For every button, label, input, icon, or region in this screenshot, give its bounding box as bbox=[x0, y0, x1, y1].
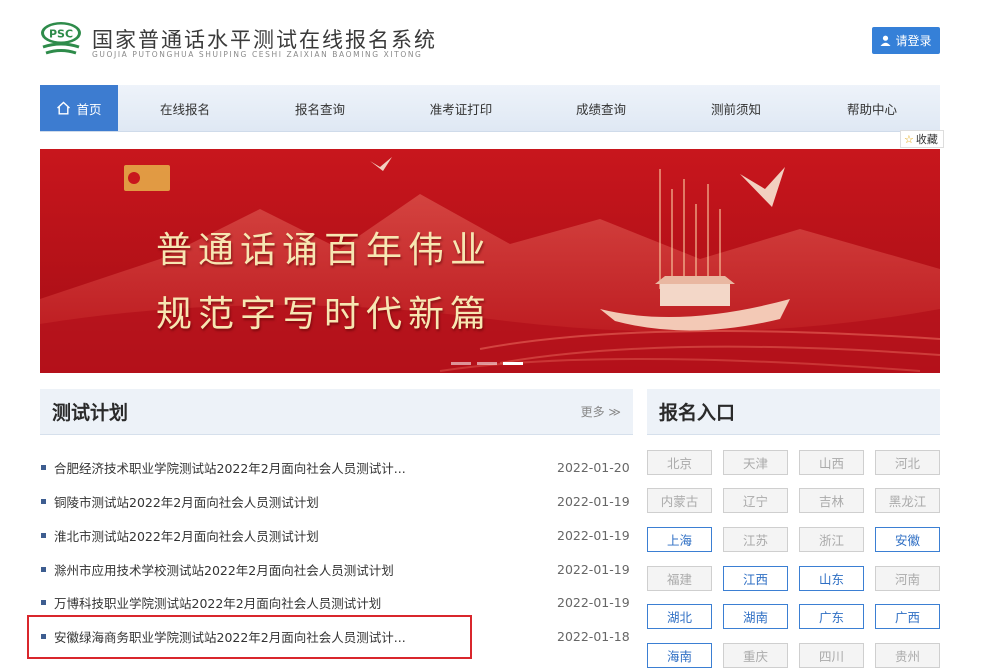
region-button[interactable]: 广西 bbox=[875, 604, 940, 629]
plan-date: 2022-01-19 bbox=[557, 493, 630, 509]
bullet-icon bbox=[41, 566, 46, 572]
region-button[interactable]: 吉林 bbox=[799, 488, 864, 513]
bullet-icon bbox=[41, 464, 46, 470]
region-button[interactable]: 贵州 bbox=[875, 643, 940, 668]
region-button[interactable]: 海南 bbox=[647, 643, 712, 668]
bullet-icon bbox=[41, 532, 46, 538]
site-subtitle: GUOJIA PUTONGHUA SHUIPING CESHI ZAIXIAN … bbox=[92, 50, 423, 59]
plan-date: 2022-01-20 bbox=[557, 459, 630, 475]
region-button[interactable]: 河北 bbox=[875, 450, 940, 475]
favorite-button[interactable]: ☆ 收藏 bbox=[900, 130, 944, 148]
region-button[interactable]: 四川 bbox=[799, 643, 864, 668]
test-plan-title: 测试计划 bbox=[52, 402, 129, 424]
plan-row[interactable]: 铜陵市测试站2022年2月面向社会人员测试计划 2022-01-19 bbox=[40, 491, 633, 511]
plan-row[interactable]: 万博科技职业学院测试站2022年2月面向社会人员测试计划 2022-01-19 bbox=[40, 592, 633, 612]
signup-entry-title: 报名入口 bbox=[659, 402, 736, 424]
signup-entry-header: 报名入口 bbox=[647, 389, 940, 435]
region-button[interactable]: 江苏 bbox=[723, 527, 788, 552]
test-plan-header: 测试计划 更多 ≫ bbox=[40, 389, 633, 435]
login-label: 请登录 bbox=[895, 34, 932, 48]
login-button[interactable]: 请登录 bbox=[872, 27, 940, 54]
nav-help-center[interactable]: 帮助中心 bbox=[804, 85, 940, 131]
region-button[interactable]: 湖南 bbox=[723, 604, 788, 629]
region-button[interactable]: 福建 bbox=[647, 566, 712, 591]
star-icon: ☆ bbox=[904, 132, 914, 146]
region-button[interactable]: 北京 bbox=[647, 450, 712, 475]
plan-title: 铜陵市测试站2022年2月面向社会人员测试计划 bbox=[54, 494, 319, 510]
bullet-icon bbox=[41, 599, 46, 605]
plan-date: 2022-01-19 bbox=[557, 527, 630, 543]
region-button[interactable]: 广东 bbox=[799, 604, 864, 629]
region-button[interactable]: 辽宁 bbox=[723, 488, 788, 513]
plan-date: 2022-01-19 bbox=[557, 561, 630, 577]
hero-banner[interactable]: 普通话诵百年伟业 规范字写时代新篇 bbox=[40, 149, 940, 373]
logo-text: PSC bbox=[49, 28, 73, 41]
region-button[interactable]: 天津 bbox=[723, 450, 788, 475]
nav-score-query[interactable]: 成绩查询 bbox=[534, 85, 668, 131]
banner-line-1: 普通话诵百年伟业 bbox=[156, 230, 493, 271]
nav-home-label: 首页 bbox=[76, 101, 102, 117]
home-icon bbox=[57, 101, 71, 115]
region-button[interactable]: 山东 bbox=[799, 566, 864, 591]
carousel-dot[interactable] bbox=[451, 362, 471, 365]
banner-line-2: 规范字写时代新篇 bbox=[156, 294, 493, 335]
nav-signup-query[interactable]: 报名查询 bbox=[252, 85, 388, 131]
region-button[interactable]: 安徽 bbox=[875, 527, 940, 552]
region-button[interactable]: 黑龙江 bbox=[875, 488, 940, 513]
carousel-dot-active[interactable] bbox=[503, 362, 523, 365]
region-button[interactable]: 浙江 bbox=[799, 527, 864, 552]
plan-title: 淮北市测试站2022年2月面向社会人员测试计划 bbox=[54, 528, 319, 544]
bullet-icon bbox=[41, 498, 46, 504]
favorite-label: 收藏 bbox=[915, 133, 938, 146]
plan-title: 滁州市应用技术学校测试站2022年2月面向社会人员测试计划 bbox=[54, 562, 394, 578]
nav-admission-print[interactable]: 准考证打印 bbox=[388, 85, 534, 131]
region-button[interactable]: 湖北 bbox=[647, 604, 712, 629]
region-button[interactable]: 内蒙古 bbox=[647, 488, 712, 513]
plan-row[interactable]: 合肥经济技术职业学院测试站2022年2月面向社会人员测试计... 2022-01-… bbox=[40, 457, 633, 477]
plan-date: 2022-01-19 bbox=[557, 594, 630, 610]
plan-row[interactable]: 淮北市测试站2022年2月面向社会人员测试计划 2022-01-19 bbox=[40, 525, 633, 545]
nav-test-notice[interactable]: 测前须知 bbox=[668, 85, 804, 131]
more-link[interactable]: 更多 ≫ bbox=[581, 403, 621, 420]
region-button[interactable]: 河南 bbox=[875, 566, 940, 591]
plan-row[interactable]: 滁州市应用技术学校测试站2022年2月面向社会人员测试计划 2022-01-19 bbox=[40, 559, 633, 579]
nav-home[interactable]: 首页 bbox=[40, 85, 118, 131]
site-header: PSC 国家普通话水平测试在线报名系统 GUOJIA PUTONGHUA SHU… bbox=[0, 0, 984, 80]
region-button[interactable]: 上海 bbox=[647, 527, 712, 552]
main-nav: 首页 在线报名 报名查询 准考证打印 成绩查询 测前须知 帮助中心 bbox=[40, 85, 940, 132]
carousel-dots bbox=[451, 362, 523, 365]
plan-title: 万博科技职业学院测试站2022年2月面向社会人员测试计划 bbox=[54, 595, 382, 611]
region-button[interactable]: 山西 bbox=[799, 450, 864, 475]
user-icon bbox=[880, 35, 891, 46]
region-button[interactable]: 江西 bbox=[723, 566, 788, 591]
highlight-box bbox=[27, 615, 472, 659]
plan-title: 合肥经济技术职业学院测试站2022年2月面向社会人员测试计... bbox=[54, 460, 406, 476]
plan-date: 2022-01-18 bbox=[557, 628, 630, 644]
psc-logo[interactable]: PSC bbox=[40, 20, 82, 58]
carousel-dot[interactable] bbox=[477, 362, 497, 365]
region-button[interactable]: 重庆 bbox=[723, 643, 788, 668]
nav-online-signup[interactable]: 在线报名 bbox=[118, 85, 252, 131]
